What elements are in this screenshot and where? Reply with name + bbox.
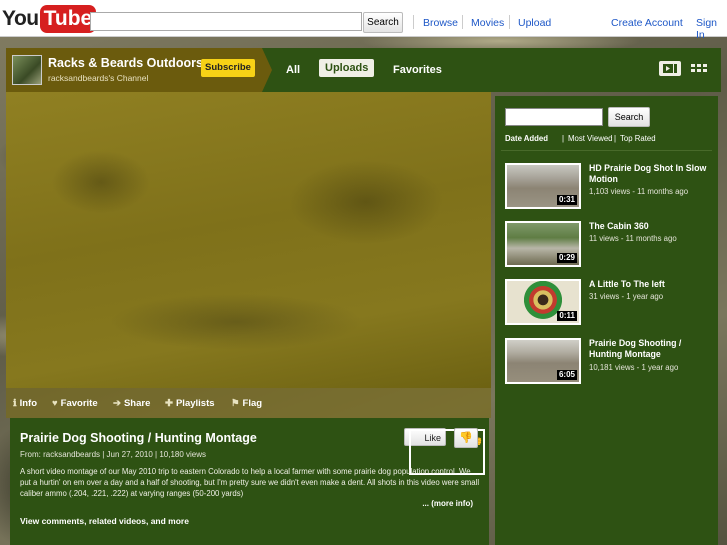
duration-badge: 0:29 [556, 253, 577, 263]
duration-badge: 6:05 [556, 370, 577, 380]
top-bar: You Tube Search Browse Movies Upload Cre… [0, 0, 727, 41]
video-meta: 1,103 views - 11 months ago [589, 187, 689, 196]
channel-name[interactable]: Racks & Beards Outdoors [48, 56, 203, 70]
list-item[interactable]: 0:29 The Cabin 360 11 views - 11 months … [505, 221, 715, 271]
video-info-panel: Prairie Dog Shooting / Hunting Montage 👍… [10, 418, 489, 545]
video-title-link[interactable]: A Little To The left [589, 279, 711, 290]
video-meta: 31 views - 1 year ago [589, 292, 664, 301]
sort-top-rated[interactable]: Top Rated [620, 134, 656, 143]
sort-separator: | [562, 134, 565, 143]
video-thumbnail[interactable]: 0:11 [505, 279, 581, 325]
subscribe-button[interactable]: Subscribe [201, 59, 255, 77]
video-meta: From: racksandbeards | Jun 27, 2010 | 10… [20, 450, 207, 459]
thumbs-down-icon: 👎 [459, 432, 473, 444]
grid-view-icon[interactable] [688, 61, 710, 76]
search-input[interactable] [90, 12, 362, 31]
sort-separator: | [614, 134, 617, 143]
channel-title-tab: Racks & Beards Outdoors racksandbeards's… [6, 48, 272, 92]
list-item[interactable]: 0:11 A Little To The left 31 views - 1 y… [505, 279, 715, 329]
duration-badge: 0:31 [556, 195, 577, 205]
video-meta: 11 views - 11 months ago [589, 234, 677, 243]
divider [501, 150, 712, 151]
video-thumbnail[interactable]: 0:31 [505, 163, 581, 209]
list-item[interactable]: 0:31 HD Prairie Dog Shot In Slow Motion … [505, 163, 715, 213]
youtube-logo[interactable]: You Tube [2, 5, 97, 33]
playlists-action[interactable]: ✚ Playlists [165, 398, 215, 409]
channel-header: Racks & Beards Outdoors racksandbeards's… [6, 48, 721, 92]
tab-uploads[interactable]: Uploads [319, 59, 375, 77]
channel-subtitle: racksandbeards's Channel [48, 73, 149, 83]
tab-favorites[interactable]: Favorites [393, 64, 442, 76]
video-title-link[interactable]: Prairie Dog Shooting / Hunting Montage [589, 338, 711, 360]
player-view-icon[interactable] [659, 61, 681, 76]
like-button[interactable]: 👍 Like [404, 428, 485, 475]
video-description: A short video montage of our May 2010 tr… [20, 467, 480, 498]
dislike-button[interactable]: 👎 [454, 428, 478, 448]
video-thumbnail[interactable]: 6:05 [505, 338, 581, 384]
flag-icon: ⚑ [231, 398, 240, 409]
favorite-action[interactable]: ♥ Favorite [52, 398, 98, 409]
share-arrow-icon: ➔ [113, 398, 121, 409]
sort-date-added[interactable]: Date Added [505, 134, 548, 143]
channel-search-input[interactable] [505, 108, 603, 126]
create-account-link[interactable]: Create Account [611, 17, 683, 29]
search-button[interactable]: Search [363, 12, 403, 33]
divider [462, 15, 463, 29]
divider [413, 15, 414, 29]
plus-icon: ✚ [165, 398, 173, 409]
duration-badge: 0:11 [557, 311, 577, 321]
video-meta: 10,181 views - 1 year ago [589, 363, 679, 372]
info-icon: ℹ [13, 398, 17, 409]
video-title: Prairie Dog Shooting / Hunting Montage [20, 431, 257, 445]
tab-all[interactable]: All [286, 64, 300, 76]
sort-most-viewed[interactable]: Most Viewed [568, 134, 613, 143]
share-action[interactable]: ➔ Share [113, 398, 150, 409]
nav-movies[interactable]: Movies [471, 17, 504, 29]
heart-icon: ♥ [52, 398, 58, 409]
list-item[interactable]: 6:05 Prairie Dog Shooting / Hunting Mont… [505, 338, 715, 388]
logo-you-text: You [2, 7, 39, 30]
uploads-sidebar: Search Date Added | Most Viewed | Top Ra… [495, 96, 718, 545]
nav-upload[interactable]: Upload [518, 17, 551, 29]
logo-tube-text: Tube [39, 5, 97, 33]
more-info-link[interactable]: ... (more info) [422, 499, 473, 508]
view-comments-link[interactable]: View comments, related videos, and more [20, 516, 189, 526]
flag-action[interactable]: ⚑ Flag [231, 398, 262, 409]
video-title-link[interactable]: HD Prairie Dog Shot In Slow Motion [589, 163, 711, 185]
video-title-link[interactable]: The Cabin 360 [589, 221, 711, 232]
video-thumbnail[interactable]: 0:29 [505, 221, 581, 267]
sign-in-link[interactable]: Sign In [696, 17, 727, 41]
channel-search-button[interactable]: Search [608, 107, 650, 127]
avatar[interactable] [12, 55, 42, 85]
nav-browse[interactable]: Browse [423, 17, 458, 29]
info-action[interactable]: ℹ Info [13, 398, 37, 409]
video-player[interactable] [6, 92, 491, 388]
divider [509, 15, 510, 29]
